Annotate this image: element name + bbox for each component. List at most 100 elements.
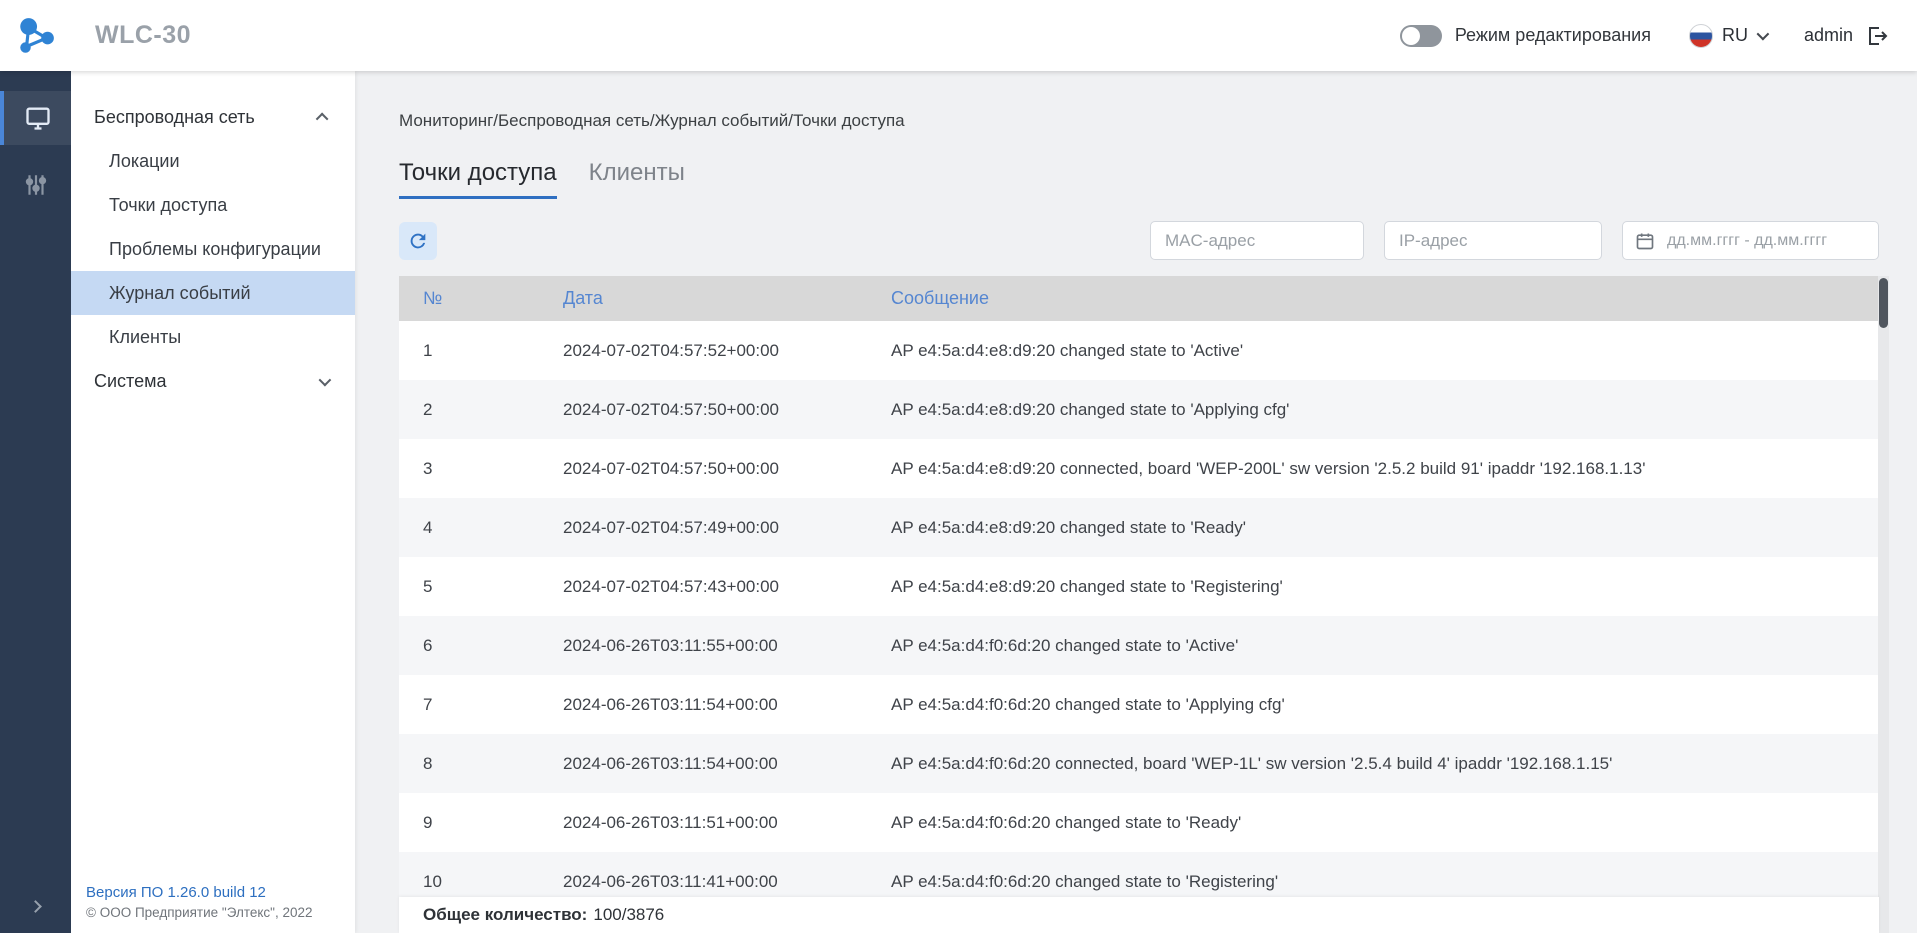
event-log-table: № Дата Сообщение 1 2024-07-02T04:57:52+0… xyxy=(399,276,1879,911)
sidebar-item-label: Журнал событий xyxy=(109,283,251,304)
sidebar-item-label: Точки доступа xyxy=(109,195,227,216)
total-count-value: 100/3876 xyxy=(593,905,664,925)
sidebar-expand-button[interactable] xyxy=(0,902,71,911)
cell-num: 6 xyxy=(399,636,539,656)
sliders-icon xyxy=(23,172,49,198)
cell-message: AP e4:5a:d4:e8:d9:20 changed state to 'R… xyxy=(867,577,1879,597)
cell-date: 2024-07-02T04:57:43+00:00 xyxy=(539,577,867,597)
rail-item-settings[interactable] xyxy=(0,158,71,212)
tab-clients[interactable]: Клиенты xyxy=(589,159,685,199)
username: admin xyxy=(1804,25,1853,46)
cell-num: 8 xyxy=(399,754,539,774)
header-actions: Режим редактирования RU admin xyxy=(1400,24,1917,48)
language-code: RU xyxy=(1722,25,1748,46)
table-row: 4 2024-07-02T04:57:49+00:00 AP e4:5a:d4:… xyxy=(399,498,1879,557)
cell-date: 2024-07-02T04:57:52+00:00 xyxy=(539,341,867,361)
cell-date: 2024-06-26T03:11:51+00:00 xyxy=(539,813,867,833)
cell-num: 2 xyxy=(399,400,539,420)
scrollbar-thumb[interactable] xyxy=(1879,278,1888,328)
logout-icon[interactable] xyxy=(1865,24,1889,48)
table-row: 1 2024-07-02T04:57:52+00:00 AP e4:5a:d4:… xyxy=(399,321,1879,380)
cell-message: AP e4:5a:d4:f0:6d:20 changed state to 'R… xyxy=(867,872,1879,892)
table-header-row: № Дата Сообщение xyxy=(399,276,1879,321)
column-header-num: № xyxy=(399,288,539,309)
chevron-right-icon xyxy=(29,900,42,913)
edit-mode-toggle[interactable] xyxy=(1400,25,1442,47)
breadcrumb: Мониторинг/Беспроводная сеть/Журнал собы… xyxy=(399,111,905,131)
column-header-date: Дата xyxy=(539,288,867,309)
sidebar-group-system[interactable]: Система xyxy=(71,359,355,403)
cell-message: AP e4:5a:d4:f0:6d:20 changed state to 'A… xyxy=(867,636,1879,656)
copyright-text: © ООО Предприятие "Элтекс", 2022 xyxy=(86,903,313,923)
chevron-down-icon xyxy=(1757,28,1770,41)
language-selector[interactable]: RU xyxy=(1689,24,1766,48)
table-row: 2 2024-07-02T04:57:50+00:00 AP e4:5a:d4:… xyxy=(399,380,1879,439)
firmware-version-link[interactable]: Версия ПО 1.26.0 build 12 xyxy=(86,882,313,904)
cell-num: 1 xyxy=(399,341,539,361)
sidebar-item-access-points[interactable]: Точки доступа xyxy=(71,183,355,227)
sidebar-item-event-log[interactable]: Журнал событий xyxy=(71,271,355,315)
icon-rail xyxy=(0,71,71,933)
sidebar-item-clients[interactable]: Клиенты xyxy=(71,315,355,359)
cell-num: 4 xyxy=(399,518,539,538)
table-row: 5 2024-07-02T04:57:43+00:00 AP e4:5a:d4:… xyxy=(399,557,1879,616)
table-row: 8 2024-06-26T03:11:54+00:00 AP e4:5a:d4:… xyxy=(399,734,1879,793)
sidebar-group-label: Система xyxy=(94,371,167,392)
cell-date: 2024-07-02T04:57:49+00:00 xyxy=(539,518,867,538)
sidebar-group-wireless[interactable]: Беспроводная сеть xyxy=(71,95,355,139)
filters xyxy=(1150,221,1879,260)
cell-num: 9 xyxy=(399,813,539,833)
sidebar-item-config-problems[interactable]: Проблемы конфигурации xyxy=(71,227,355,271)
table-row: 3 2024-07-02T04:57:50+00:00 AP e4:5a:d4:… xyxy=(399,439,1879,498)
sidebar-item-locations[interactable]: Локации xyxy=(71,139,355,183)
cell-message: AP e4:5a:d4:e8:d9:20 connected, board 'W… xyxy=(867,459,1879,479)
mac-address-input[interactable] xyxy=(1150,221,1364,260)
toggle-knob xyxy=(1402,27,1420,45)
rail-item-monitoring[interactable] xyxy=(0,91,71,145)
user-menu[interactable]: admin xyxy=(1804,24,1889,48)
sidebar-item-label: Проблемы конфигурации xyxy=(109,239,321,260)
cell-message: AP e4:5a:d4:e8:d9:20 changed state to 'A… xyxy=(867,400,1879,420)
sidebar-group-label: Беспроводная сеть xyxy=(94,107,255,128)
table-rows: 1 2024-07-02T04:57:52+00:00 AP e4:5a:d4:… xyxy=(399,321,1879,911)
cell-num: 7 xyxy=(399,695,539,715)
cell-num: 10 xyxy=(399,872,539,892)
table-row: 9 2024-06-26T03:11:51+00:00 AP e4:5a:d4:… xyxy=(399,793,1879,852)
eltex-logo xyxy=(0,0,71,71)
toolbar xyxy=(399,221,1879,260)
cell-date: 2024-06-26T03:11:41+00:00 xyxy=(539,872,867,892)
table-row: 7 2024-06-26T03:11:54+00:00 AP e4:5a:d4:… xyxy=(399,675,1879,734)
main-content: Мониторинг/Беспроводная сеть/Журнал собы… xyxy=(355,71,1917,933)
refresh-button[interactable] xyxy=(399,222,437,260)
calendar-icon xyxy=(1635,231,1655,251)
app-title: WLC-30 xyxy=(95,21,191,50)
scrollbar-track[interactable] xyxy=(1878,276,1889,933)
cell-date: 2024-07-02T04:57:50+00:00 xyxy=(539,459,867,479)
cell-message: AP e4:5a:d4:f0:6d:20 changed state to 'A… xyxy=(867,695,1879,715)
sidebar-item-label: Локации xyxy=(109,151,180,172)
monitor-icon xyxy=(24,104,52,132)
cell-date: 2024-07-02T04:57:50+00:00 xyxy=(539,400,867,420)
sidebar: Беспроводная сеть Локации Точки доступа … xyxy=(71,71,355,933)
cell-date: 2024-06-26T03:11:55+00:00 xyxy=(539,636,867,656)
cell-message: AP e4:5a:d4:e8:d9:20 changed state to 'R… xyxy=(867,518,1879,538)
sidebar-menu: Беспроводная сеть Локации Точки доступа … xyxy=(71,71,355,403)
table-row: 6 2024-06-26T03:11:55+00:00 AP e4:5a:d4:… xyxy=(399,616,1879,675)
cell-num: 3 xyxy=(399,459,539,479)
ip-address-input[interactable] xyxy=(1384,221,1602,260)
refresh-icon xyxy=(407,230,429,252)
wireless-menu-items: Локации Точки доступа Проблемы конфигура… xyxy=(71,139,355,359)
tab-access-points[interactable]: Точки доступа xyxy=(399,159,557,199)
chevron-up-icon xyxy=(316,112,329,125)
top-header: WLC-30 Режим редактирования RU admin xyxy=(0,0,1917,71)
date-range-field[interactable] xyxy=(1622,221,1879,260)
cell-message: AP e4:5a:d4:e8:d9:20 changed state to 'A… xyxy=(867,341,1879,361)
cell-date: 2024-06-26T03:11:54+00:00 xyxy=(539,754,867,774)
edit-mode-label: Режим редактирования xyxy=(1455,25,1651,46)
date-range-input[interactable] xyxy=(1665,231,1866,251)
cell-num: 5 xyxy=(399,577,539,597)
table-footer: Общее количество: 100/3876 xyxy=(399,897,1879,933)
column-header-message: Сообщение xyxy=(867,288,1879,309)
edit-mode-toggle-group[interactable]: Режим редактирования xyxy=(1400,25,1651,47)
wlc-app-window: WLC-30 Режим редактирования RU admin xyxy=(0,0,1917,933)
